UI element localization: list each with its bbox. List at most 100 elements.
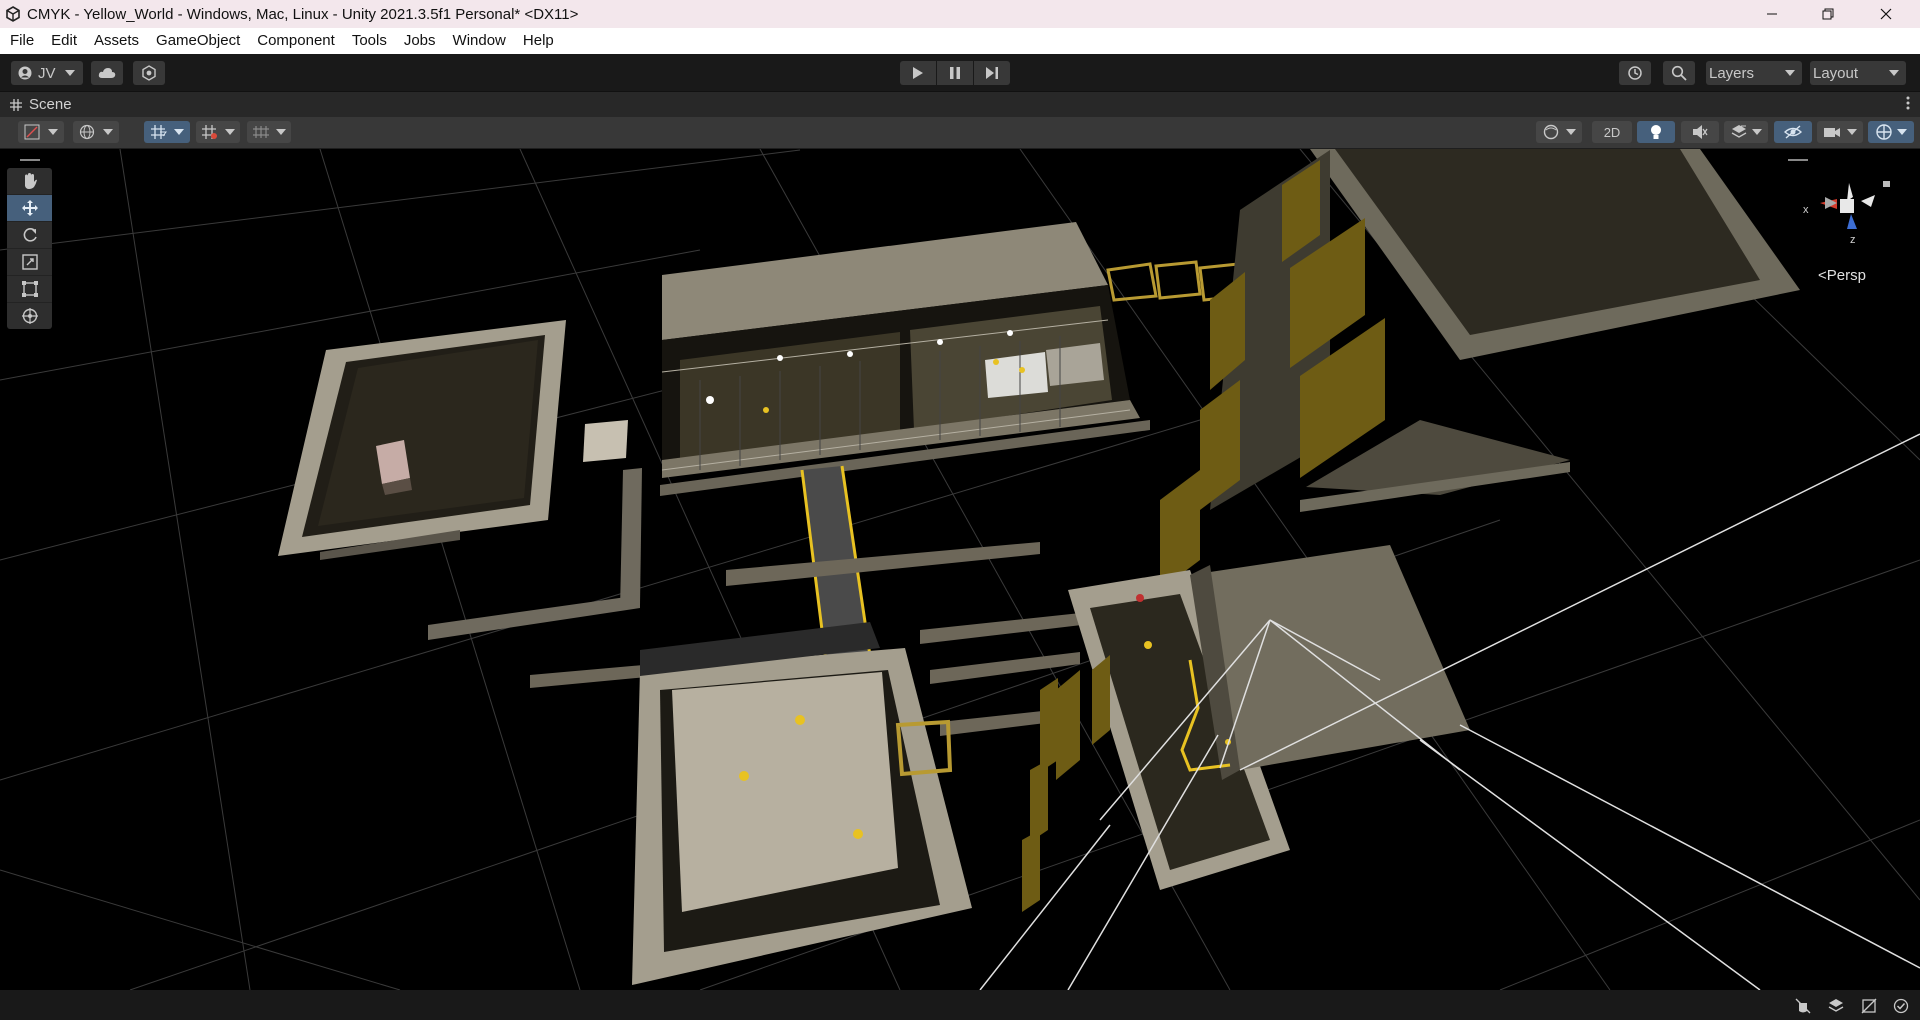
title-bar: CMYK - Yellow_World - Windows, Mac, Linu…	[0, 0, 1920, 28]
tools-overlay-handle[interactable]	[20, 159, 40, 161]
layers-label: Layers	[1709, 64, 1755, 82]
restore-icon[interactable]	[1806, 0, 1850, 28]
play-icon	[913, 67, 923, 79]
grid-snap-icon	[151, 125, 167, 139]
play-controls	[900, 61, 1010, 85]
menu-tools[interactable]: Tools	[342, 28, 394, 54]
camera-icon	[1824, 128, 1840, 137]
chevron-down-icon	[1565, 129, 1576, 135]
play-button[interactable]	[900, 61, 936, 85]
window-title: CMYK - Yellow_World - Windows, Mac, Linu…	[27, 6, 579, 23]
account-label: JV	[38, 64, 56, 82]
menu-jobs[interactable]: Jobs	[394, 28, 443, 54]
search-button[interactable]	[1663, 61, 1695, 85]
chevron-left-icon: <	[1818, 267, 1827, 284]
menu-assets[interactable]: Assets	[84, 28, 146, 54]
collab-icon	[142, 65, 156, 81]
overlay-handle[interactable]	[1788, 159, 1808, 161]
tab-scene-label: Scene	[29, 96, 72, 113]
rotate-tool[interactable]	[7, 222, 52, 249]
layout-label: Layout	[1813, 64, 1859, 82]
globe-icon	[79, 124, 95, 140]
shaded-mode-icon	[24, 124, 40, 140]
move-arrows-icon	[21, 200, 38, 216]
chevron-down-icon	[48, 129, 58, 135]
pause-icon	[950, 67, 960, 79]
rect-transform-icon	[21, 281, 38, 297]
chevron-down-icon	[64, 70, 75, 76]
main-toolbar: JV Layers Layout	[0, 54, 1920, 91]
render-mode-dropdown[interactable]	[1536, 121, 1582, 143]
layers-stack-icon[interactable]	[1828, 998, 1844, 1014]
rotate-icon	[23, 228, 37, 242]
unity-logo-icon	[6, 6, 20, 22]
history-button[interactable]	[1619, 61, 1651, 85]
draw-mode-dropdown[interactable]	[18, 121, 64, 143]
scale-icon	[21, 254, 38, 270]
menu-edit[interactable]: Edit	[41, 28, 84, 54]
toggle-2d-button[interactable]: 2D	[1592, 121, 1632, 143]
eye-hidden-icon	[1784, 125, 1802, 139]
persp-label[interactable]: <Persp	[1818, 267, 1866, 284]
cloud-icon	[98, 68, 116, 78]
move-tool[interactable]	[7, 195, 52, 222]
camera-settings-dropdown[interactable]	[1817, 121, 1863, 143]
status-bar	[0, 990, 1920, 1020]
layout-dropdown[interactable]: Layout	[1810, 61, 1906, 85]
chevron-down-icon	[1889, 70, 1899, 76]
scene-tab-bar: Scene	[0, 91, 1920, 118]
audio-toggle[interactable]	[1681, 121, 1719, 143]
chevron-down-icon	[1785, 70, 1795, 76]
global-local-dropdown[interactable]	[73, 121, 119, 143]
increment-snap-dropdown[interactable]	[196, 121, 240, 143]
account-icon	[18, 66, 32, 80]
menu-bar: File Edit Assets GameObject Component To…	[0, 28, 1920, 54]
grid-visibility-dropdown[interactable]	[247, 121, 291, 143]
hidden-objects-toggle[interactable]	[1774, 121, 1812, 143]
menu-file[interactable]: File	[0, 28, 41, 54]
grid-plane-icon	[253, 126, 269, 138]
lighting-toggle[interactable]	[1637, 121, 1675, 143]
gizmos-dropdown[interactable]	[1868, 121, 1914, 143]
scale-tool[interactable]	[7, 249, 52, 276]
step-button[interactable]	[974, 61, 1010, 85]
menu-component[interactable]: Component	[247, 28, 342, 54]
scene-viewport[interactable]: x z <Persp	[0, 149, 1920, 990]
cloud-button[interactable]	[91, 61, 123, 85]
persp-text: Persp	[1826, 267, 1866, 284]
hand-tool[interactable]	[7, 168, 52, 195]
chevron-down-icon	[1751, 129, 1762, 135]
close-icon[interactable]	[1864, 0, 1908, 28]
left-platform	[278, 320, 642, 640]
grid-snapping-toggle[interactable]	[144, 121, 190, 143]
account-dropdown[interactable]: JV	[11, 61, 83, 85]
chevron-down-icon	[1897, 129, 1907, 135]
layers-dropdown[interactable]: Layers	[1706, 61, 1802, 85]
history-icon	[1628, 66, 1642, 80]
effects-layers-icon	[1731, 125, 1746, 138]
minimize-icon[interactable]	[1750, 0, 1794, 28]
menu-window[interactable]: Window	[443, 28, 513, 54]
orientation-gizmo[interactable]: x z	[1795, 179, 1895, 259]
network-icon[interactable]	[1861, 998, 1877, 1014]
search-icon	[1671, 65, 1687, 81]
pause-button[interactable]	[937, 61, 973, 85]
rect-tool[interactable]	[7, 276, 52, 303]
sphere-icon	[1543, 124, 1558, 140]
kebab-menu-icon[interactable]	[1906, 95, 1910, 115]
transform-icon	[21, 308, 38, 324]
menu-help[interactable]: Help	[513, 28, 561, 54]
lightbulb-icon	[1651, 125, 1661, 139]
effects-dropdown[interactable]	[1724, 121, 1768, 143]
check-circle-icon[interactable]	[1893, 998, 1909, 1014]
chevron-down-icon	[174, 129, 184, 135]
collab-button[interactable]	[133, 61, 165, 85]
tab-scene[interactable]: Scene	[10, 96, 72, 113]
transform-tool[interactable]	[7, 303, 52, 329]
scene-toolbar: 2D	[0, 117, 1920, 149]
speaker-mute-icon	[1693, 125, 1708, 139]
hand-icon	[24, 173, 37, 189]
menu-gameobject[interactable]: GameObject	[146, 28, 247, 54]
debug-icon[interactable]	[1795, 998, 1811, 1014]
gizmo-z-label: z	[1850, 234, 1856, 246]
